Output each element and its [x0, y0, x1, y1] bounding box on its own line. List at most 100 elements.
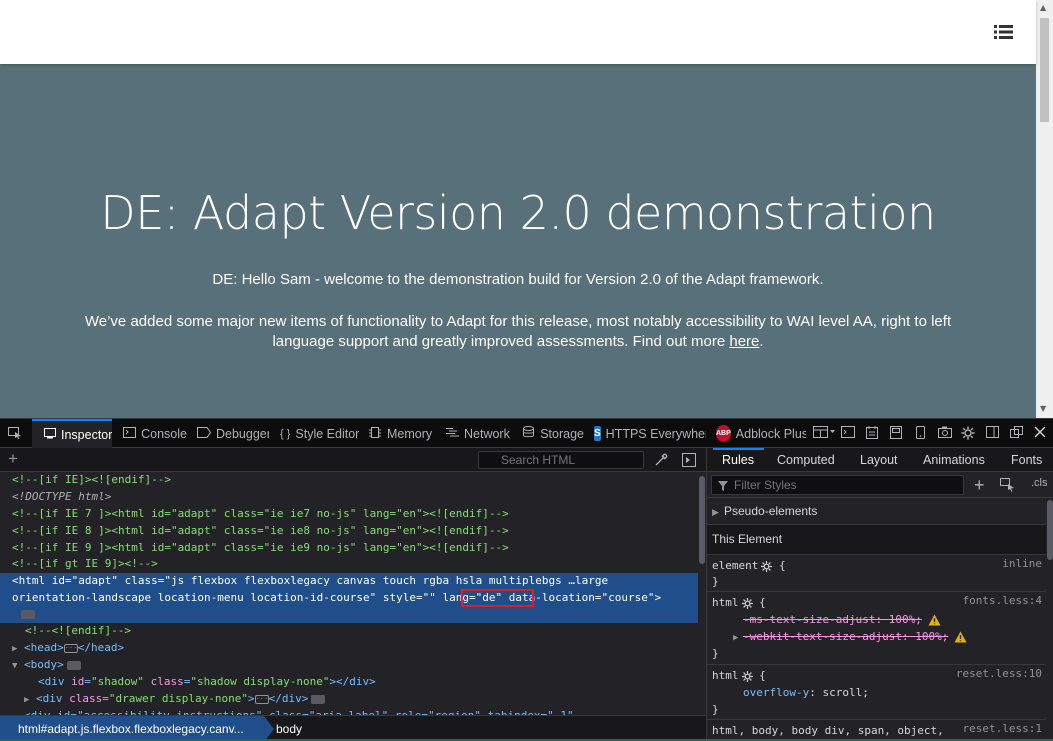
scrollbar-thumb[interactable] [1040, 18, 1049, 122]
scroll-down-icon[interactable]: ▼ [1040, 404, 1046, 413]
scrollbar-thumb[interactable] [699, 476, 705, 564]
add-rule-button[interactable]: + [974, 475, 985, 495]
list-icon [994, 25, 1013, 39]
expand-icon[interactable]: ▶ [12, 641, 24, 658]
collapsed-icon[interactable]: ··· [254, 694, 269, 704]
navigation-bar [0, 0, 1036, 64]
search-html-input[interactable] [478, 451, 644, 469]
markup-line[interactable]: ▼ <body> [0, 657, 698, 674]
gear-icon[interactable] [761, 560, 773, 572]
close-icon[interactable] [1032, 426, 1048, 442]
tab-debugger[interactable]: Debugger [197, 419, 269, 448]
menu-button[interactable] [994, 24, 1014, 40]
expand-icon[interactable]: ▶ [733, 630, 743, 647]
page-viewport: DE: Adapt Version 2.0 demonstration DE: … [0, 0, 1053, 418]
event-badge[interactable] [21, 609, 35, 619]
tab-animations[interactable]: Animations [923, 448, 985, 472]
markup-line[interactable]: <!--[if gt IE 9]><!--> [0, 556, 698, 573]
devtools-panel: Inspector Console Debugger { } Style Edi… [0, 418, 1053, 741]
event-badge[interactable] [311, 694, 326, 704]
devtools-toolbar: Inspector Console Debugger { } Style Edi… [0, 419, 1053, 448]
rule-source[interactable]: fonts.less:4 [963, 594, 1042, 607]
tab-network[interactable]: Network [445, 419, 512, 448]
find-out-more-link[interactable]: here [729, 333, 759, 350]
markup-line[interactable]: ▶ <div class="drawer display-none">···</d… [0, 691, 698, 708]
pseudo-elements-section[interactable]: ▶ Pseudo-elements [707, 498, 1046, 525]
body-text: We’ve added some major new items of func… [80, 312, 956, 352]
markup-line[interactable]: <!--[if IE 9 ]><html id="adapt" class="i… [0, 540, 698, 557]
tab-label: Inspector [61, 427, 112, 442]
expand-icon[interactable]: ▶ [24, 692, 36, 709]
markup-line[interactable]: <!--[if IE 8 ]><html id="adapt" class="i… [0, 523, 698, 540]
intro-text: DE: Hello Sam - welcome to the demonstra… [212, 271, 824, 288]
cls-button[interactable]: .cls [1031, 477, 1048, 489]
expand-icon[interactable]: ▶ [712, 504, 724, 521]
tab-memory[interactable]: Memory [368, 419, 435, 448]
tab-rules[interactable]: Rules [722, 448, 754, 472]
tab-adblock-plus[interactable]: ABP Adblock Plus [716, 419, 806, 448]
scroll-up-icon[interactable]: ▲ [1040, 3, 1046, 12]
eyedropper-icon[interactable] [654, 453, 668, 467]
pseudo-class-toggle-icon[interactable] [1000, 478, 1016, 492]
rule-html-fonts[interactable]: html { fonts.less:4 -ms-text-size-adjust… [707, 592, 1046, 665]
gear-icon[interactable] [741, 597, 753, 609]
rule-element[interactable]: element { inline } [707, 555, 1046, 592]
tab-console[interactable]: Console [123, 419, 187, 448]
inspector-icon [44, 427, 56, 442]
collapsed-icon[interactable]: ··· [63, 643, 78, 653]
tab-label: Debugger [216, 426, 269, 441]
rules-scrollbar[interactable] [1046, 498, 1053, 741]
page-scrollbar[interactable]: ▲ ▼ [1036, 0, 1053, 418]
markup-line: <html id="adapt" class="js flexbox flexb… [12, 574, 609, 587]
storage-icon [522, 426, 535, 441]
rule-source[interactable]: reset.less:10 [956, 667, 1042, 680]
event-badge[interactable] [66, 660, 81, 670]
markup-line[interactable]: <!--<![endif]--> [0, 623, 698, 640]
rule-source[interactable]: reset.less:1 [958, 722, 1042, 735]
tab-https-everywhere[interactable]: S HTTPS Everywhere [594, 419, 706, 448]
collapse-icon[interactable]: ▼ [12, 658, 24, 675]
this-element-header: This Element [707, 525, 1046, 555]
declaration[interactable]: overflow-y: scroll; [743, 684, 869, 701]
declaration[interactable]: -ms-text-size-adjust: 100%; [743, 611, 941, 628]
tab-fonts[interactable]: Fonts [1011, 448, 1042, 472]
mobile-icon[interactable] [912, 426, 928, 442]
rule-html-reset[interactable]: html { reset.less:10 overflow-y: scroll;… [707, 665, 1046, 720]
braces-icon: { } [280, 427, 291, 440]
tab-storage[interactable]: Storage [522, 419, 584, 448]
tab-computed[interactable]: Computed [777, 448, 835, 472]
separate-window-icon[interactable] [1008, 426, 1024, 442]
selected-node[interactable]: <html id="adapt" class="js flexbox flexb… [0, 573, 698, 623]
markup-line[interactable]: <div id="accessibility-instructions" cla… [0, 708, 698, 715]
rule-source[interactable]: inline [1002, 557, 1042, 570]
declaration[interactable]: ▶ -webkit-text-size-adjust: 100%; [733, 628, 967, 645]
element-picker-icon[interactable] [8, 427, 22, 439]
breadcrumb-body[interactable]: body [276, 716, 336, 741]
markup-line[interactable]: <div id="shadow" class="shadow display-n… [0, 674, 698, 691]
settings-icon[interactable] [960, 426, 976, 442]
breadcrumb-html[interactable]: html#adapt.js.flexbox.flexboxlegacy.canv… [0, 716, 264, 741]
rule-html-body-reset[interactable]: html, body, body div, span, object, rese… [707, 720, 1046, 741]
markup-line[interactable]: <!--[if IE]><![endif]--> [0, 472, 698, 489]
tab-style-editor[interactable]: { } Style Editor [280, 419, 359, 448]
rule-selector: html, body, body div, span, object, [712, 724, 944, 737]
scrollbar-thumb[interactable] [1047, 500, 1053, 560]
markup-line[interactable]: ▶ <head>···</head> [0, 640, 698, 657]
rule-selector: html [712, 596, 739, 609]
memory-icon [368, 426, 382, 441]
add-node-button[interactable]: + [8, 450, 18, 468]
markup-scrollbar[interactable] [698, 472, 706, 715]
filter-styles-input[interactable] [711, 475, 964, 495]
markup-line[interactable]: <!DOCTYPE html> [0, 489, 698, 506]
dock-icon[interactable] [888, 426, 904, 442]
notes-icon[interactable] [864, 426, 880, 442]
tab-inspector[interactable]: Inspector [32, 419, 112, 448]
responsive-dropdown-icon[interactable] [813, 426, 835, 442]
gear-icon[interactable] [741, 670, 753, 682]
markup-line[interactable]: <!--[if IE 7 ]><html id="adapt" class="i… [0, 506, 698, 523]
scratchpad-icon[interactable] [840, 426, 856, 442]
dock-side-icon[interactable] [984, 426, 1000, 442]
tab-layout[interactable]: Layout [860, 448, 898, 472]
sidebar-toggle-icon[interactable] [682, 453, 696, 467]
screenshot-icon[interactable] [937, 426, 953, 442]
